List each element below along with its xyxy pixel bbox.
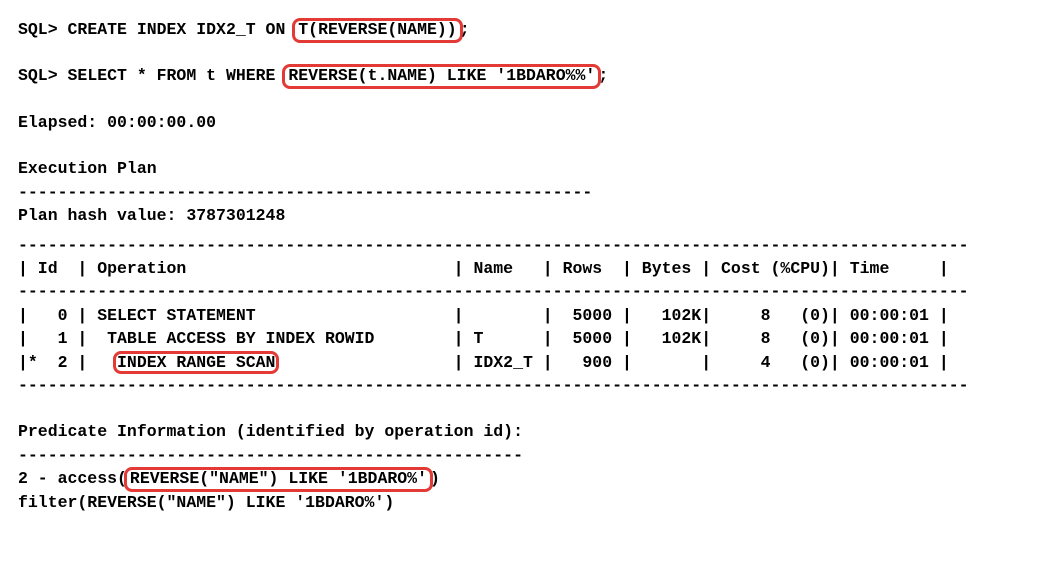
plan-table: ----------------------------------------…: [18, 234, 969, 398]
predicate-access-highlight: REVERSE("NAME") LIKE '1BDARO%': [124, 467, 433, 492]
plan-rule-top: ----------------------------------------…: [18, 236, 969, 255]
sql-prompt: SQL>: [18, 20, 68, 39]
plan-row-1: | 1 | TABLE ACCESS BY INDEX ROWID | T | …: [18, 329, 949, 348]
create-index-highlight: T(REVERSE(NAME)): [292, 18, 462, 43]
plan-hash-value: Plan hash value: 3787301248: [18, 204, 1046, 227]
create-index-line: SQL> CREATE INDEX IDX2_T ON T(REVERSE(NA…: [18, 18, 1046, 41]
predicate-info-title: Predicate Information (identified by ope…: [18, 420, 1046, 443]
select-text-after: ;: [598, 66, 608, 85]
predicate-access-before: 2 - access(: [18, 469, 127, 488]
predicate-filter-line: filter(REVERSE("NAME") LIKE '1BDARO%'): [18, 491, 1046, 514]
plan-rule-mid: ----------------------------------------…: [18, 282, 969, 301]
sql-output-page: SQL> CREATE INDEX IDX2_T ON T(REVERSE(NA…: [0, 0, 1056, 570]
predicate-info-rule: ----------------------------------------…: [18, 444, 1046, 467]
select-highlight: REVERSE(t.NAME) LIKE '1BDARO%%': [282, 64, 601, 89]
create-index-text-after: ;: [460, 20, 470, 39]
plan-row-2: |* 2 | INDEX RANGE SCAN | IDX2_T | 900 |…: [18, 353, 949, 372]
select-text-before: SELECT * FROM t WHERE: [68, 66, 286, 85]
create-index-text-before: CREATE INDEX IDX2_T ON: [68, 20, 296, 39]
sql-prompt: SQL>: [18, 66, 68, 85]
predicate-access-line: 2 - access(REVERSE("NAME") LIKE '1BDARO%…: [18, 467, 1046, 490]
plan-row-0: | 0 | SELECT STATEMENT | | 5000 | 102K| …: [18, 306, 949, 325]
elapsed-line: Elapsed: 00:00:00.00: [18, 111, 1046, 134]
plan-header-row: | Id | Operation | Name | Rows | Bytes |…: [18, 259, 949, 278]
plan-rule-bot: ----------------------------------------…: [18, 376, 969, 395]
execution-plan-title: Execution Plan: [18, 157, 1046, 180]
select-line: SQL> SELECT * FROM t WHERE REVERSE(t.NAM…: [18, 64, 1046, 87]
execution-plan-rule: ----------------------------------------…: [18, 181, 1046, 204]
predicate-access-after: ): [430, 469, 440, 488]
